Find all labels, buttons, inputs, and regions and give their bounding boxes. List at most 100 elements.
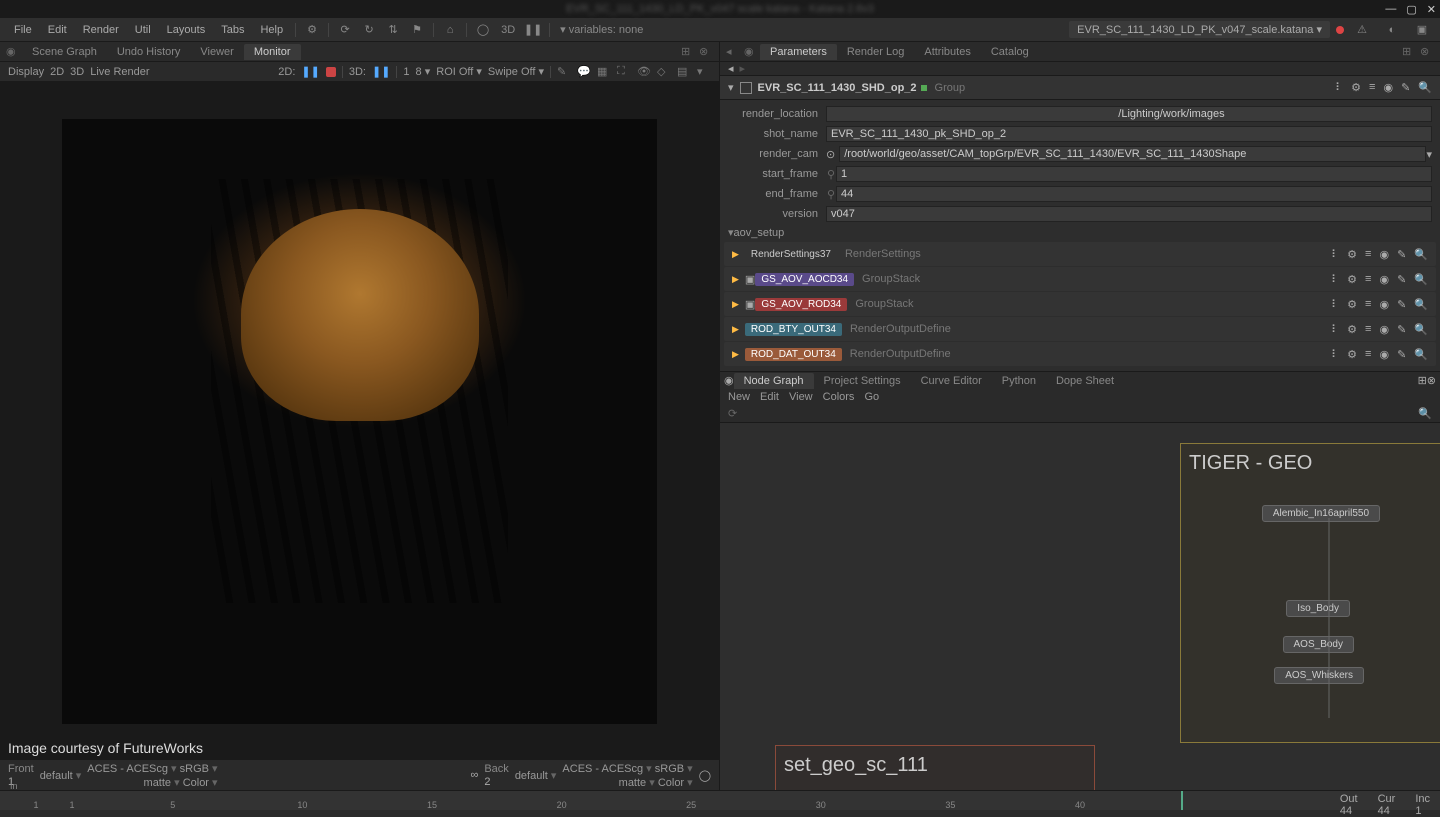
arrow-left-icon[interactable]: ◂ [726, 45, 740, 59]
tab-dopesheet[interactable]: Dope Sheet [1046, 373, 1124, 389]
ng-nav-icon[interactable]: ⟳ [728, 407, 737, 420]
liverender-button[interactable]: Live Render [90, 66, 149, 78]
h-icon3[interactable]: ≡ [1369, 81, 1375, 94]
i1[interactable]: ⠇ [1331, 273, 1339, 286]
i3[interactable]: ≡ [1365, 348, 1371, 361]
diamond-icon[interactable]: ◇ [657, 65, 671, 79]
chat-icon[interactable]: 💬 [577, 65, 591, 79]
grid-icon[interactable]: ▦ [597, 65, 611, 79]
tab-scenegraph[interactable]: Scene Graph [22, 44, 107, 60]
i3[interactable]: ≡ [1365, 298, 1371, 311]
update-icon[interactable]: ⇅ [384, 21, 402, 39]
collapse-icon[interactable]: ▾ [728, 81, 734, 94]
2d-button[interactable]: 2D [50, 66, 64, 78]
i-search-icon[interactable]: 🔍 [1414, 323, 1428, 336]
circle-icon[interactable]: ◯ [474, 21, 492, 39]
i-search-icon[interactable]: 🔍 [1414, 348, 1428, 361]
srgb-dropdown[interactable]: sRGB [180, 763, 218, 775]
i5[interactable]: ✎ [1397, 248, 1406, 261]
i3[interactable]: ≡ [1365, 248, 1371, 261]
node-isobody[interactable]: Iso_Body [1286, 600, 1350, 617]
sync-icon[interactable]: ↻ [360, 21, 378, 39]
3d-pause-icon[interactable]: ❚❚ [372, 65, 390, 78]
i1[interactable]: ⠇ [1331, 323, 1339, 336]
aov-section-header[interactable]: aov_setup [720, 224, 1440, 241]
ng-close-icon[interactable]: ⊗ [1427, 374, 1436, 387]
aov-item[interactable]: ▶ROD_BTY_OUT34RenderOutputDefine⠇⚙≡◉✎🔍 [724, 317, 1436, 341]
h-icon5[interactable]: ✎ [1401, 81, 1410, 94]
input-shotname[interactable] [826, 126, 1432, 142]
i-search-icon[interactable]: 🔍 [1414, 273, 1428, 286]
input-version[interactable] [826, 206, 1432, 222]
ng-expand-icon[interactable]: ⊞ [1418, 374, 1427, 387]
nodegraph-canvas[interactable]: TIGER - GEO set_geo_sc_111 Alembic_In16a… [720, 423, 1440, 790]
ng-go[interactable]: Go [864, 391, 879, 403]
i1[interactable]: ⠇ [1331, 248, 1339, 261]
i4[interactable]: ◉ [1379, 348, 1389, 361]
ng-view[interactable]: View [789, 391, 813, 403]
aov-item[interactable]: ▶ROD_DAT_OUT34RenderOutputDefine⠇⚙≡◉✎🔍 [724, 342, 1436, 366]
flag-icon[interactable]: ⚑ [408, 21, 426, 39]
panel-icon[interactable]: ▣ [1413, 21, 1431, 39]
home-icon[interactable]: ⌂ [441, 21, 459, 39]
i-gear-icon[interactable]: ⚙ [1347, 248, 1357, 261]
menu-icon[interactable]: ▾ [697, 65, 711, 79]
play-icon[interactable]: ▶ [732, 349, 739, 360]
close-tab-icon[interactable]: ⊗ [699, 45, 713, 59]
val1[interactable]: 1 [403, 66, 409, 78]
color-dropdown[interactable]: Color [183, 777, 218, 789]
minimize-button[interactable]: — [1385, 3, 1396, 16]
tab-catalog[interactable]: Catalog [981, 44, 1039, 60]
i1[interactable]: ⠇ [1331, 298, 1339, 311]
i5[interactable]: ✎ [1397, 348, 1406, 361]
backdrop-setgeo[interactable]: set_geo_sc_111 [775, 745, 1095, 790]
ng-edit[interactable]: Edit [760, 391, 779, 403]
warning-icon[interactable]: ⚠ [1353, 21, 1371, 39]
swipe-dropdown[interactable]: Swipe Off ▾ [488, 65, 544, 78]
input-endframe[interactable] [836, 186, 1432, 202]
h-search-icon[interactable]: 🔍 [1418, 81, 1432, 94]
menu-util[interactable]: Util [127, 24, 159, 36]
h-icon1[interactable]: ⠇ [1335, 81, 1343, 94]
ng-new[interactable]: New [728, 391, 750, 403]
back-icon[interactable]: ◂ [728, 62, 734, 75]
refresh-icon[interactable]: ⟳ [336, 21, 354, 39]
tab-lock-icon[interactable]: ◉ [6, 45, 20, 59]
i4[interactable]: ◉ [1379, 298, 1389, 311]
tab-projectsettings[interactable]: Project Settings [814, 373, 911, 389]
ng-lock-icon[interactable]: ◉ [724, 374, 734, 387]
maximize-button[interactable]: ▢ [1406, 3, 1416, 16]
i-gear-icon[interactable]: ⚙ [1347, 273, 1357, 286]
i-search-icon[interactable]: 🔍 [1414, 248, 1428, 261]
timeline-ruler[interactable]: 1 1 5 10 15 20 25 30 35 40 Out44 Cur44 I… [0, 791, 1440, 810]
link-icon1[interactable]: ⚲ [826, 168, 836, 181]
pen-icon[interactable]: ✎ [557, 65, 571, 79]
viewer-area[interactable]: Image courtesy of FutureWorks [0, 82, 719, 760]
i-gear-icon[interactable]: ⚙ [1347, 298, 1357, 311]
timeline-playhead[interactable] [1181, 791, 1183, 810]
aov-item[interactable]: ▶▣ GS_AOV_AOCD34GroupStack⠇⚙≡◉✎🔍 [724, 267, 1436, 291]
input-startframe[interactable] [836, 166, 1432, 182]
tab-monitor[interactable]: Monitor [244, 44, 301, 60]
i3[interactable]: ≡ [1365, 323, 1371, 336]
close-button[interactable]: ✕ [1427, 3, 1436, 16]
fit-icon[interactable]: ⛶ [617, 65, 631, 79]
h-gear-icon[interactable]: ⚙ [1351, 81, 1361, 94]
tab-renderlog[interactable]: Render Log [837, 44, 915, 60]
lock2-icon[interactable]: ◉ [744, 45, 758, 59]
ng-colors[interactable]: Colors [823, 391, 855, 403]
dropdown-icon[interactable]: ▾ [1426, 148, 1432, 161]
i1[interactable]: ⠇ [1331, 348, 1339, 361]
matte-dropdown[interactable]: matte [144, 777, 180, 789]
gear-icon[interactable]: ⚙ [303, 21, 321, 39]
backdrop-tiger[interactable]: TIGER - GEO [1180, 443, 1440, 743]
node-alembic[interactable]: Alembic_In16april550 [1262, 505, 1380, 522]
2d-pause-icon[interactable]: ❚❚ [301, 65, 319, 78]
i-search-icon[interactable]: 🔍 [1414, 298, 1428, 311]
menu-file[interactable]: File [6, 24, 40, 36]
i4[interactable]: ◉ [1379, 323, 1389, 336]
expand2-icon[interactable]: ⊞ [1402, 45, 1416, 59]
record-icon[interactable] [326, 67, 336, 77]
settings-icon[interactable]: ◐ [1383, 21, 1401, 39]
display-button[interactable]: Display [8, 66, 44, 78]
